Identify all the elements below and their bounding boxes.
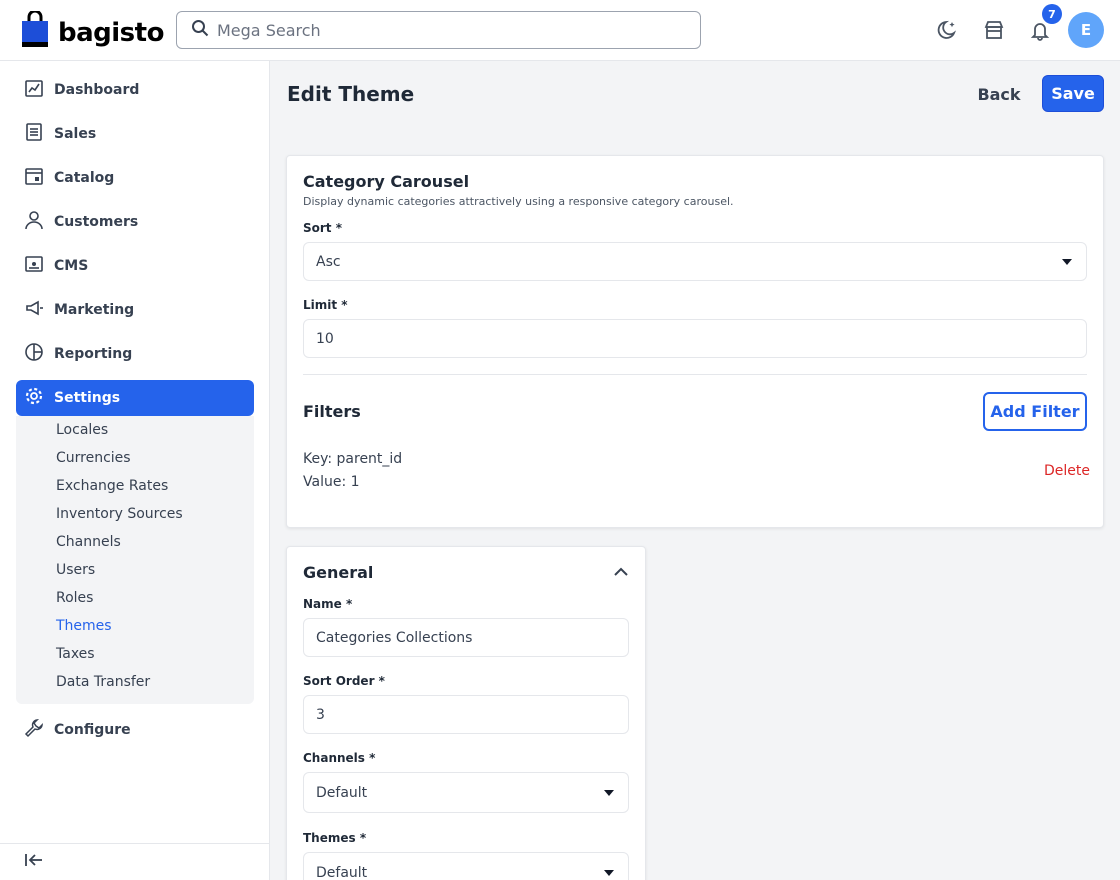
catalog-icon xyxy=(24,166,44,191)
sort-label: Sort * xyxy=(303,221,342,235)
filter-key: Key: parent_id xyxy=(303,451,403,467)
top-header: bagisto 7 E xyxy=(0,0,1120,61)
sort-value: Asc xyxy=(316,253,341,270)
brand-logo[interactable]: bagisto xyxy=(20,9,164,54)
chevron-up-icon[interactable] xyxy=(613,565,629,583)
filters-title: Filters xyxy=(303,402,361,421)
save-button[interactable]: Save xyxy=(1042,75,1104,112)
back-button[interactable]: Back xyxy=(970,76,1028,112)
sidebar-item-label: Reporting xyxy=(54,346,133,362)
page-title: Edit Theme xyxy=(287,82,415,106)
marketing-icon xyxy=(24,298,44,323)
divider xyxy=(303,374,1087,375)
submenu-item-channels[interactable]: Channels xyxy=(56,534,121,550)
name-label: Name * xyxy=(303,597,353,611)
channels-label: Channels * xyxy=(303,751,376,765)
cms-icon xyxy=(24,254,44,279)
sidebar-item-dashboard[interactable]: Dashboard xyxy=(16,72,254,108)
limit-input[interactable]: 10 xyxy=(303,319,1087,358)
sidebar-item-label: Catalog xyxy=(54,170,115,186)
submenu-item-locales[interactable]: Locales xyxy=(56,422,108,438)
sidebar: Dashboard Sales Catalog Customers CMS Ma… xyxy=(0,61,270,880)
sidebar-item-label: Sales xyxy=(54,126,97,142)
sales-icon xyxy=(24,122,44,147)
caret-down-icon xyxy=(1062,259,1072,265)
sidebar-item-label: CMS xyxy=(54,258,89,274)
caret-down-icon xyxy=(604,870,614,876)
name-input[interactable]: Categories Collections xyxy=(303,618,629,657)
dark-mode-icon[interactable] xyxy=(936,18,960,42)
submenu-item-users[interactable]: Users xyxy=(56,562,95,578)
brand-name: bagisto xyxy=(58,17,164,48)
submenu-item-roles[interactable]: Roles xyxy=(56,590,93,606)
notification-badge: 7 xyxy=(1042,4,1062,24)
sort-order-input[interactable]: 3 xyxy=(303,695,629,734)
sidebar-item-reporting[interactable]: Reporting xyxy=(16,336,254,372)
settings-submenu: Locales Currencies Exchange Rates Invent… xyxy=(16,416,254,704)
delete-filter-link[interactable]: Delete xyxy=(1044,463,1090,479)
sidebar-item-sales[interactable]: Sales xyxy=(16,116,254,152)
sidebar-item-label: Configure xyxy=(54,722,131,738)
limit-label: Limit * xyxy=(303,298,348,312)
add-filter-button[interactable]: Add Filter xyxy=(983,392,1087,431)
search-icon xyxy=(191,19,209,42)
submenu-item-data-transfer[interactable]: Data Transfer xyxy=(56,674,150,690)
themes-value: Default xyxy=(316,864,368,880)
sidebar-item-settings[interactable]: Settings xyxy=(16,380,254,416)
limit-value: 10 xyxy=(316,330,334,347)
mega-search[interactable] xyxy=(176,11,701,49)
channels-select[interactable]: Default xyxy=(303,772,629,813)
sidebar-item-configure[interactable]: Configure xyxy=(16,712,254,748)
sidebar-item-cms[interactable]: CMS xyxy=(16,248,254,284)
search-input[interactable] xyxy=(217,20,657,40)
sidebar-item-catalog[interactable]: Catalog xyxy=(16,160,254,196)
caret-down-icon xyxy=(604,790,614,796)
collapse-icon xyxy=(24,852,44,873)
card-title: General xyxy=(303,563,374,582)
sort-order-value: 3 xyxy=(316,706,325,723)
submenu-item-currencies[interactable]: Currencies xyxy=(56,450,131,466)
submenu-item-exchange-rates[interactable]: Exchange Rates xyxy=(56,478,168,494)
sort-select[interactable]: Asc xyxy=(303,242,1087,281)
submenu-item-themes[interactable]: Themes xyxy=(56,618,112,634)
configure-icon xyxy=(24,718,44,743)
avatar[interactable]: E xyxy=(1068,12,1104,48)
dashboard-icon xyxy=(24,78,44,103)
themes-select[interactable]: Default xyxy=(303,852,629,880)
sidebar-item-label: Marketing xyxy=(54,302,135,318)
general-card: General Name * Categories Collections So… xyxy=(286,546,646,880)
customers-icon xyxy=(24,210,44,235)
submenu-item-inventory-sources[interactable]: Inventory Sources xyxy=(56,506,183,522)
submenu-item-taxes[interactable]: Taxes xyxy=(56,646,95,662)
sidebar-item-label: Customers xyxy=(54,214,139,230)
name-value: Categories Collections xyxy=(316,629,473,646)
storefront-icon[interactable] xyxy=(982,18,1006,42)
collapse-sidebar-button[interactable] xyxy=(0,843,270,880)
shopping-bag-icon xyxy=(20,9,50,54)
sidebar-item-label: Dashboard xyxy=(54,82,140,98)
sort-order-label: Sort Order * xyxy=(303,674,385,688)
sidebar-item-label: Settings xyxy=(54,390,121,406)
sidebar-item-customers[interactable]: Customers xyxy=(16,204,254,240)
sidebar-item-marketing[interactable]: Marketing xyxy=(16,292,254,328)
reporting-icon xyxy=(24,342,44,367)
channels-value: Default xyxy=(316,784,368,801)
settings-icon xyxy=(24,386,44,411)
category-carousel-card: Category Carousel Display dynamic catego… xyxy=(286,155,1104,528)
card-title: Category Carousel xyxy=(303,172,470,191)
filter-value: Value: 1 xyxy=(303,474,360,490)
themes-label: Themes * xyxy=(303,831,367,845)
card-description: Display dynamic categories attractively … xyxy=(303,195,734,208)
